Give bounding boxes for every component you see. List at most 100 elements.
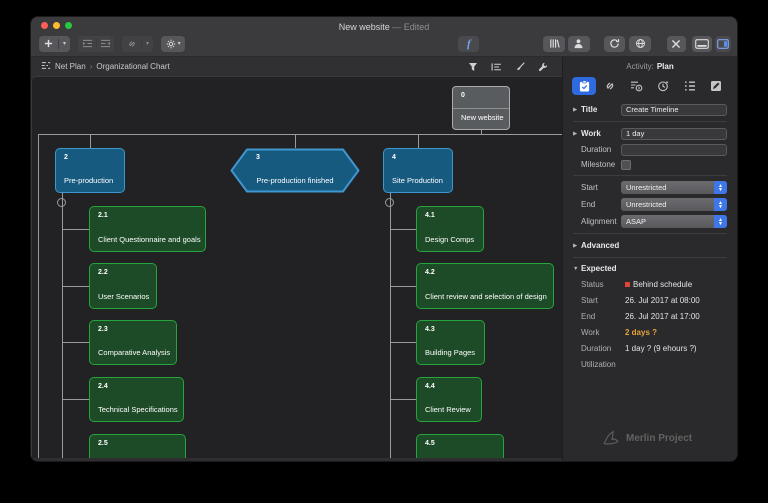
work-label: Work <box>581 129 621 138</box>
disclosure-icon[interactable] <box>573 243 581 249</box>
separator <box>573 175 727 176</box>
library-button[interactable] <box>543 36 565 52</box>
breadcrumb-view[interactable]: Net Plan <box>55 62 86 71</box>
expected-duration-value: 1 day ? (9 ehours ?) <box>625 344 697 353</box>
separator <box>573 257 727 258</box>
tab-plan[interactable] <box>572 77 596 95</box>
tab-time[interactable] <box>651 77 675 95</box>
group-node-site-production[interactable]: 4 Site Production <box>383 148 453 193</box>
zoom-button[interactable] <box>65 22 72 29</box>
title-row: Title <box>573 101 727 118</box>
disclosure-icon[interactable] <box>573 266 581 272</box>
traffic-lights <box>41 22 72 29</box>
chevron-down-icon: ▾ <box>178 41 181 47</box>
tab-notes[interactable] <box>704 77 728 95</box>
connector-line <box>295 134 296 148</box>
document-name: New website <box>339 22 390 32</box>
expected-work-value: 2 days ? <box>625 328 657 337</box>
node-number: 3 <box>256 154 260 161</box>
plus-icon <box>39 36 58 52</box>
group-node-pre-production[interactable]: 2 Pre-production <box>55 148 125 193</box>
junction-circle <box>57 198 66 207</box>
toggle-inspector-button[interactable] <box>715 36 731 52</box>
node-number: 4.4 <box>425 383 435 390</box>
minimize-button[interactable] <box>53 22 60 29</box>
settings-gear-button[interactable]: ▾ <box>161 36 185 52</box>
node-title: New website <box>461 113 505 122</box>
node-title: Pre-production <box>64 176 120 185</box>
activity-node[interactable]: 2.2 User Scenarios <box>89 263 157 309</box>
node-title: Building Pages <box>425 348 480 357</box>
title-input[interactable] <box>621 104 727 116</box>
toolbar: ▾ ▾ ▾ f <box>31 34 737 57</box>
milestone-checkbox[interactable] <box>621 160 631 170</box>
alignment-popup[interactable]: ASAP ▲▼ <box>621 215 727 228</box>
node-number: 4.2 <box>425 269 435 276</box>
advanced-section-row[interactable]: Advanced <box>573 237 727 254</box>
toggle-bottom-panel-button[interactable] <box>692 36 713 52</box>
tab-lists[interactable] <box>678 77 702 95</box>
milestone-node-pre-production-finished[interactable]: 3 Pre-production finished <box>230 148 360 193</box>
filter-button[interactable] <box>468 62 478 72</box>
gear-icon <box>166 39 176 49</box>
start-popup[interactable]: Unrestricted ▲▼ <box>621 181 727 194</box>
node-number: 2.5 <box>98 440 108 447</box>
edited-indicator: — Edited <box>392 22 429 32</box>
chevron-down-icon[interactable]: ▾ <box>59 36 70 52</box>
link-icon <box>604 80 616 92</box>
breadcrumb-page[interactable]: Organizational Chart <box>96 62 169 71</box>
chevron-down-icon: ▾ <box>142 36 153 52</box>
window-footer <box>31 458 562 462</box>
disclosure-icon[interactable] <box>573 107 581 113</box>
wizard-hat-icon <box>601 430 621 446</box>
wrench-button[interactable] <box>538 62 548 72</box>
expected-section-row[interactable]: Expected <box>573 261 727 276</box>
window-title: New website — Edited <box>339 22 430 32</box>
activity-node[interactable]: 2.5 <box>89 434 186 458</box>
add-activity-button[interactable]: ▾ <box>39 36 70 52</box>
app-window: New website — Edited ▾ ▾ <box>30 16 738 462</box>
root-node[interactable]: 0 New website <box>452 86 510 130</box>
activity-node[interactable]: 4.3 Building Pages <box>416 320 485 365</box>
activity-node[interactable]: 2.1 Client Questionnaire and goals <box>89 206 206 252</box>
netplan-canvas[interactable]: 0 New website 2 Pre-production 3 Pre-pro… <box>31 76 562 458</box>
connector-line <box>390 342 416 343</box>
activity-node[interactable]: 4.1 Design Comps <box>416 206 484 252</box>
connector-line <box>38 134 39 458</box>
expected-work-row: Work 2 days ? <box>573 324 727 340</box>
status-red-icon <box>625 282 630 287</box>
styles-button[interactable]: f <box>458 36 479 52</box>
expected-work-label: Work <box>581 328 625 337</box>
end-popup[interactable]: Unrestricted ▲▼ <box>621 198 727 211</box>
tools-button[interactable] <box>667 36 685 52</box>
separator <box>573 121 727 122</box>
indent-outdent-buttons[interactable] <box>78 36 114 52</box>
tab-finance[interactable] <box>625 77 649 95</box>
activity-node[interactable]: 2.3 Comparative Analysis <box>89 320 177 365</box>
resources-button[interactable] <box>568 36 590 52</box>
publish-button[interactable] <box>629 36 651 52</box>
node-title: Site Production <box>392 176 448 185</box>
format-brush-button[interactable] <box>515 62 525 72</box>
close-button[interactable] <box>41 22 48 29</box>
connector-line <box>390 399 416 400</box>
sync-button[interactable] <box>604 36 626 52</box>
title-label: Title <box>581 105 621 114</box>
duration-input[interactable] <box>621 144 727 156</box>
outline-options-button[interactable] <box>491 62 502 72</box>
indent-icon <box>78 36 96 52</box>
person-icon <box>573 38 584 49</box>
activity-node[interactable]: 4.5 <box>416 434 504 458</box>
status-label: Status <box>581 280 625 289</box>
link-activities-button[interactable]: ▾ <box>122 36 153 52</box>
activity-node[interactable]: 4.2 Client review and selection of desig… <box>416 263 554 309</box>
activity-node[interactable]: 2.4 Technical Specifications <box>89 377 184 422</box>
connector-line <box>62 286 89 287</box>
disclosure-icon[interactable] <box>573 131 581 137</box>
tab-links[interactable] <box>598 77 622 95</box>
status-value: Behind schedule <box>633 280 692 289</box>
work-input[interactable] <box>621 128 727 140</box>
node-title: Pre-production finished <box>230 176 360 185</box>
activity-node[interactable]: 4.4 Client Review <box>416 377 482 422</box>
finance-icon <box>630 80 643 92</box>
